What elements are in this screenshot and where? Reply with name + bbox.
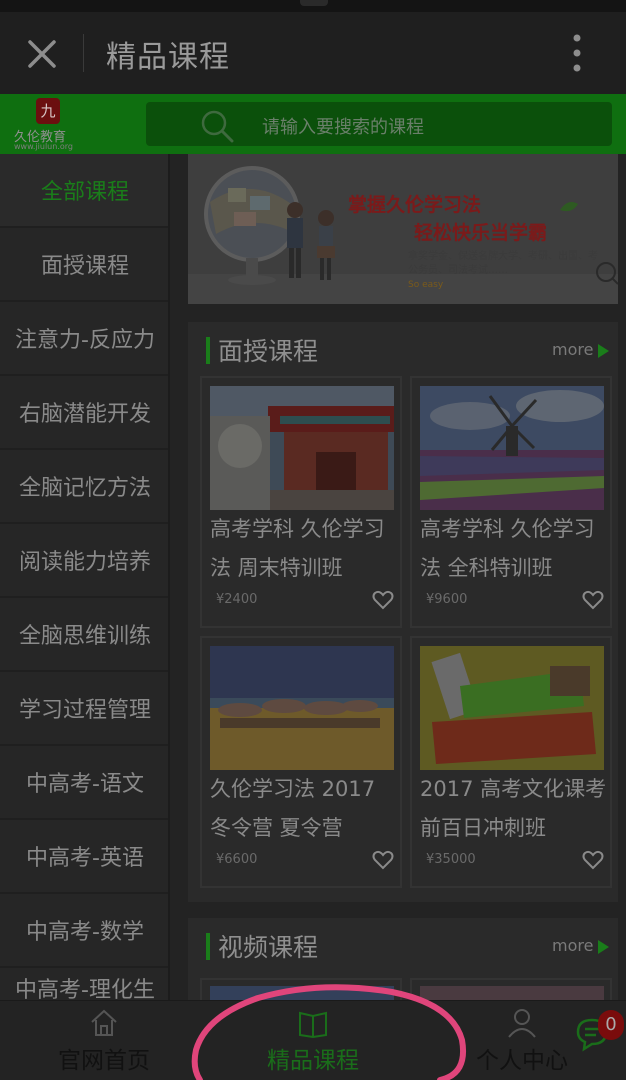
play-arrow-icon[interactable] <box>598 344 609 358</box>
course-thumbnail <box>210 646 394 770</box>
section-in-person-courses: 面授课程 more 高考学科 久伦学习法 周末特训班 ¥2400 高考学科 久伦… <box>188 322 618 902</box>
course-title: 高考学科 久伦学习法 周末特训班 <box>210 517 385 580</box>
course-thumbnail <box>420 386 604 510</box>
sidebar-item-label: 全部课程 <box>40 180 129 205</box>
status-notch <box>300 0 328 6</box>
sidebar-item-label: 注意力-反应力 <box>15 328 155 353</box>
sidebar-item-label: 中高考-英语 <box>26 846 144 871</box>
tab-label: 官网首页 <box>58 1048 150 1074</box>
favorite-heart-icon[interactable] <box>372 590 394 610</box>
search-header: 九 久伦教育 www.jiulun.org 请输入要搜索的课程 <box>0 94 626 154</box>
course-content: 掌握久伦学习法 轻松快乐当学霸 拿奖学金、保送名牌大学、考研、出国、考公务员、司… <box>170 154 626 1002</box>
banner-subline: 轻松快乐当学霸 <box>414 222 548 244</box>
favorite-heart-icon[interactable] <box>372 850 394 870</box>
title-bar: 精品课程 <box>0 12 626 94</box>
section-accent-bar <box>206 933 210 960</box>
more-link[interactable]: more <box>552 340 593 359</box>
sidebar-item-attention[interactable]: 注意力-反应力 <box>0 302 170 376</box>
course-price: ¥6600 <box>216 852 258 867</box>
title-divider <box>83 34 84 72</box>
more-options-icon[interactable] <box>567 32 587 76</box>
section-title: 视频课程 <box>218 933 319 962</box>
sidebar-item-english[interactable]: 中高考-英语 <box>0 820 170 894</box>
search-input[interactable]: 请输入要搜索的课程 <box>146 102 612 146</box>
course-title: 2017 高考文化课考前百日冲刺班 <box>420 777 607 840</box>
section-header: 面授课程 more <box>188 322 618 376</box>
course-price: ¥35000 <box>426 852 476 867</box>
sidebar-item-in-person[interactable]: 面授课程 <box>0 228 170 302</box>
section-video-courses: 视频课程 more <box>188 918 618 1002</box>
sidebar-item-label: 全脑思维训练 <box>18 624 151 649</box>
tab-courses[interactable]: 精品课程 <box>209 1001 417 1080</box>
sidebar-item-label: 面授课程 <box>40 254 129 279</box>
brand-logo[interactable]: 九 久伦教育 www.jiulun.org <box>12 96 92 152</box>
section-accent-bar <box>206 337 210 364</box>
status-bar <box>0 0 626 12</box>
more-link[interactable]: more <box>552 936 593 955</box>
course-price: ¥2400 <box>216 592 258 607</box>
sidebar-item-label: 中高考-语文 <box>26 772 144 797</box>
home-icon <box>91 1009 117 1036</box>
sidebar-item-label: 阅读能力培养 <box>18 550 151 575</box>
favorite-heart-icon[interactable] <box>582 590 604 610</box>
tab-home[interactable]: 官网首页 <box>0 1001 208 1080</box>
bottom-tab-bar: 官网首页 精品课程 个人中心 <box>0 1000 626 1080</box>
sidebar-item-right-brain[interactable]: 右脑潜能开发 <box>0 376 170 450</box>
sidebar-item-label: 学习过程管理 <box>18 698 151 723</box>
sidebar-item-thinking[interactable]: 全脑思维训练 <box>0 598 170 672</box>
sidebar-item-memory[interactable]: 全脑记忆方法 <box>0 450 170 524</box>
chat-badge: 0 <box>598 1010 624 1040</box>
promo-banner[interactable]: 掌握久伦学习法 轻松快乐当学霸 拿奖学金、保送名牌大学、考研、出国、考公务员、司… <box>188 154 618 304</box>
banner-description: 拿奖学金、保送名牌大学、考研、出国、考公务员、司法考试…… <box>408 251 598 276</box>
banner-illustration <box>188 154 618 304</box>
search-icon <box>201 110 234 143</box>
banner-headline: 掌握久伦学习法 <box>348 194 482 216</box>
course-thumbnail <box>420 646 604 770</box>
course-title: 高考学科 久伦学习法 全科特训班 <box>420 517 595 580</box>
close-icon[interactable] <box>22 34 62 74</box>
sidebar-item-chinese[interactable]: 中高考-语文 <box>0 746 170 820</box>
course-card[interactable] <box>410 978 612 1002</box>
logo-mark: 九 <box>36 98 60 124</box>
app-root: 精品课程 九 久伦教育 www.jiulun.org 请输入要搜索的课程 全部课… <box>0 0 626 1080</box>
section-header: 视频课程 more <box>188 918 618 972</box>
course-card[interactable]: 高考学科 久伦学习法 周末特训班 ¥2400 <box>200 376 402 628</box>
course-card[interactable]: 2017 高考文化课考前百日冲刺班 ¥35000 <box>410 636 612 888</box>
course-card[interactable] <box>200 978 402 1002</box>
course-card[interactable]: 久伦学习法 2017 冬令营 夏令营 ¥6600 <box>200 636 402 888</box>
category-sidebar: 全部课程 面授课程 注意力-反应力 右脑潜能开发 全脑记忆方法 阅读能力培养 全… <box>0 154 170 1042</box>
sidebar-item-label: 全脑记忆方法 <box>18 476 151 501</box>
page-title: 精品课程 <box>106 40 230 75</box>
sidebar-item-all[interactable]: 全部课程 <box>0 154 170 228</box>
sidebar-item-label: 中高考-数学 <box>26 920 144 945</box>
course-price: ¥9600 <box>426 592 468 607</box>
tab-label: 精品课程 <box>267 1048 359 1074</box>
play-arrow-icon[interactable] <box>598 940 609 954</box>
banner-easy: So easy <box>408 280 444 290</box>
course-title: 久伦学习法 2017 冬令营 夏令营 <box>210 777 376 840</box>
course-thumbnail <box>210 386 394 510</box>
sidebar-item-label: 右脑潜能开发 <box>18 402 151 427</box>
person-icon <box>508 1009 536 1038</box>
sidebar-item-reading[interactable]: 阅读能力培养 <box>0 524 170 598</box>
section-title: 面授课程 <box>218 337 319 366</box>
book-icon <box>299 1011 327 1039</box>
course-card[interactable]: 高考学科 久伦学习法 全科特训班 ¥9600 <box>410 376 612 628</box>
search-placeholder: 请输入要搜索的课程 <box>262 117 424 138</box>
sidebar-item-process[interactable]: 学习过程管理 <box>0 672 170 746</box>
sidebar-item-math[interactable]: 中高考-数学 <box>0 894 170 968</box>
favorite-heart-icon[interactable] <box>582 850 604 870</box>
logo-url: www.jiulun.org <box>14 142 73 151</box>
